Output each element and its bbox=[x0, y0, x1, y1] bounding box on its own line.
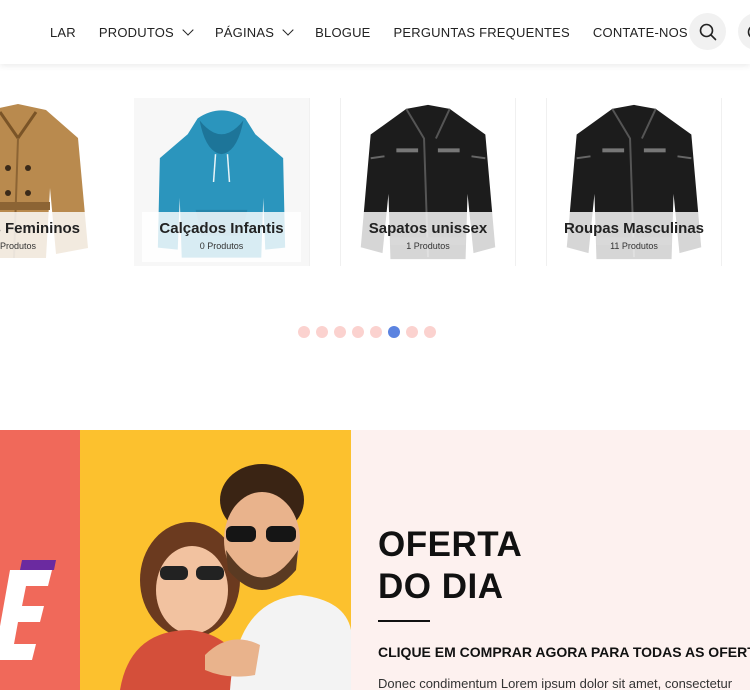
site-header: LAR PRODUTOS PÁGINAS BLOGUE PERGUNTAS FR… bbox=[0, 0, 750, 64]
account-button[interactable] bbox=[738, 13, 750, 50]
chevron-down-icon bbox=[182, 24, 194, 36]
nav-label: PRODUTOS bbox=[98, 24, 174, 40]
category-name: Sapatos unissex bbox=[368, 220, 488, 237]
category-count: 0 Produtos bbox=[199, 241, 244, 251]
category-name: Roupas Masculinas bbox=[563, 220, 705, 237]
nav-label: CONTATE-NOS bbox=[592, 24, 688, 40]
category-count: Produtos bbox=[0, 241, 37, 251]
chevron-down-icon bbox=[282, 24, 294, 36]
account-icon bbox=[747, 26, 750, 37]
category-label: Calçados Infantis 0 Produtos bbox=[142, 212, 301, 262]
deal-title-line1: OFERTA bbox=[378, 525, 523, 564]
carousel-dot[interactable] bbox=[424, 326, 436, 338]
category-label: Roupas Masculinas 11 Produtos bbox=[555, 212, 713, 262]
deal-title: OFERTA DO DIA bbox=[378, 524, 522, 608]
category-label: s Femininos Produtos bbox=[0, 212, 88, 262]
category-card[interactable]: Sapatos unissex 1 Produtos bbox=[340, 98, 516, 266]
nav-item-lar[interactable]: LAR bbox=[50, 25, 76, 40]
carousel-dot[interactable] bbox=[334, 326, 346, 338]
search-button[interactable] bbox=[689, 13, 726, 50]
nav-item-contact[interactable]: CONTATE-NOS bbox=[593, 25, 688, 40]
deal-of-the-day: OFERTA DO DIA CLIQUE EM COMPRAR AGORA PA… bbox=[351, 430, 750, 690]
category-count: 11 Produtos bbox=[610, 241, 658, 251]
category-card[interactable]: Calçados Infantis 0 Produtos bbox=[134, 98, 310, 266]
carousel-pagination bbox=[298, 326, 436, 338]
carousel-dot[interactable] bbox=[406, 326, 418, 338]
nav-item-produtos[interactable]: PRODUTOS bbox=[98, 24, 194, 40]
carousel-dot[interactable] bbox=[370, 326, 382, 338]
deal-title-line2: DO DIA bbox=[378, 567, 504, 606]
couple-photo bbox=[0, 464, 351, 690]
category-name: Calçados Infantis bbox=[159, 220, 284, 237]
search-icon bbox=[699, 23, 716, 40]
category-label: Sapatos unissex 1 Produtos bbox=[349, 212, 507, 262]
deal-subtitle: CLIQUE EM COMPRAR AGORA PARA TODAS AS OF… bbox=[378, 644, 750, 660]
category-carousel: s Femininos Produtos Calçados Infantis 0… bbox=[0, 98, 750, 268]
divider bbox=[378, 620, 430, 622]
nav-label: PÁGINAS bbox=[214, 24, 275, 40]
nav-item-paginas[interactable]: PÁGINAS bbox=[214, 24, 294, 40]
deal-description: Donec condimentum Lorem ipsum dolor sit … bbox=[378, 676, 733, 690]
nav-label: LAR bbox=[50, 24, 76, 40]
carousel-dot[interactable] bbox=[298, 326, 310, 338]
category-card[interactable]: Roupas Masculinas 11 Produtos bbox=[546, 98, 722, 266]
nav-label: PERGUNTAS FREQUENTES bbox=[393, 24, 570, 40]
category-count: 1 Produtos bbox=[406, 241, 450, 251]
nav-item-blogue[interactable]: BLOGUE bbox=[315, 25, 370, 40]
main-nav: LAR PRODUTOS PÁGINAS BLOGUE PERGUNTAS FR… bbox=[50, 0, 711, 64]
carousel-dot[interactable] bbox=[316, 326, 328, 338]
carousel-dot-active[interactable] bbox=[388, 326, 400, 338]
nav-label: BLOGUE bbox=[315, 24, 371, 40]
category-name: s Femininos bbox=[0, 220, 80, 237]
deal-banner-image bbox=[0, 430, 351, 690]
carousel-dot[interactable] bbox=[352, 326, 364, 338]
category-card[interactable]: s Femininos Produtos bbox=[0, 98, 108, 266]
nav-item-faq[interactable]: PERGUNTAS FREQUENTES bbox=[394, 25, 570, 40]
